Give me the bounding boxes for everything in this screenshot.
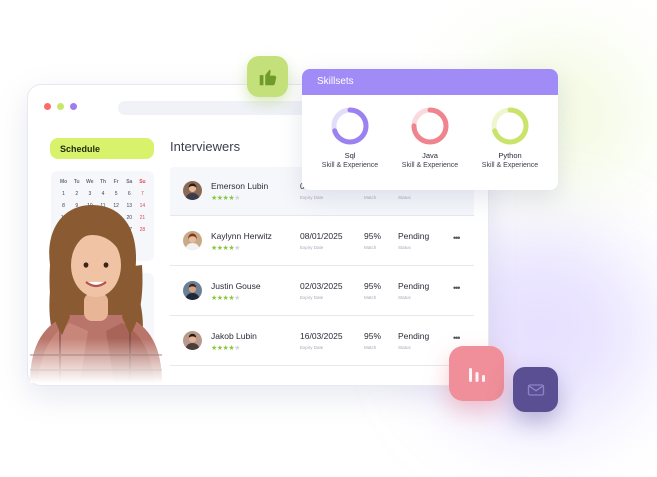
match-value: 95% [364,231,382,241]
expiry-date-label: Expiry Date [300,345,324,350]
match-value: 95% [364,281,382,291]
rating-stars: ★★★★★ [211,295,240,302]
skill-name: Python [498,151,522,160]
calendar-day[interactable]: 3 [83,191,96,197]
skill-name: Java [422,151,438,160]
more-options-button[interactable]: ••• [453,283,461,293]
status-label: Status [398,245,411,250]
progress-ring-icon [411,107,449,145]
more-options-button[interactable]: ••• [453,233,461,243]
skill-item-python[interactable]: Python Skill & Experience [470,106,550,169]
window-controls [44,103,77,110]
calendar-weekday: We [86,179,94,185]
skillsets-title: Skillsets [302,69,558,95]
skill-subtitle: Skill & Experience [401,162,459,169]
bar-chart-icon [468,367,485,382]
calendar-day[interactable]: 1 [57,191,70,197]
avatar [183,231,202,250]
match-label: Match [364,295,377,300]
progress-ring-icon [491,107,529,145]
close-dot[interactable] [44,103,51,110]
skill-subtitle: Skill & Experience [481,162,539,169]
minimize-dot[interactable] [57,103,64,110]
match-value: 95% [364,331,382,341]
maximize-dot[interactable] [70,103,77,110]
avatar [183,281,202,300]
skill-subtitle: Skill & Experience [321,162,379,169]
status-value: Pending [398,231,430,241]
calendar-weekday: Sa [126,179,133,185]
table-row[interactable]: Justin Gouse ★★★★★ 02/03/2025 Expiry Dat… [170,267,474,316]
rating-stars: ★★★★★ [211,195,240,202]
calendar-weekday: Mo [59,179,68,185]
match-label: Match [364,345,377,350]
rating-stars: ★★★★★ [211,245,240,252]
thumbs-up-badge[interactable] [247,56,288,97]
mail-icon [527,383,544,396]
progress-ring-icon [331,107,369,145]
expiry-date-label: Expiry Date [300,245,324,250]
calendar-weekday: Th [99,179,107,185]
calendar-weekday: Tu [73,179,80,185]
status-label: Status [398,195,411,200]
calendar-day[interactable]: 6 [123,191,136,197]
analytics-badge[interactable] [449,346,504,401]
skill-item-sql[interactable]: Sql Skill & Experience [310,106,390,169]
status-value: Pending [398,281,430,291]
skill-name: Sql [344,151,356,160]
message-badge[interactable] [513,367,558,412]
schedule-button[interactable]: Schedule [50,138,154,159]
match-label: Match [364,195,377,200]
skill-item-java[interactable]: Java Skill & Experience [390,106,470,169]
interviewer-name: Emerson Lubin [211,181,269,191]
expiry-date: 02/03/2025 [300,281,343,291]
expiry-date-label: Expiry Date [300,195,324,200]
expiry-date: 08/01/2025 [300,231,343,241]
calendar-day[interactable]: 7 [136,191,149,197]
more-options-button[interactable]: ••• [453,333,461,343]
table-row[interactable]: Jakob Lubin ★★★★★ 16/03/2025 Expiry Date… [170,317,474,366]
status-value: Pending [398,331,430,341]
expiry-date-label: Expiry Date [300,295,324,300]
calendar-day[interactable]: 2 [70,191,83,197]
interviewer-name: Justin Gouse [211,281,261,291]
status-label: Status [398,295,411,300]
page-title: Interviewers [170,139,241,154]
expiry-date: 16/03/2025 [300,331,343,341]
calendar-day[interactable]: 5 [110,191,123,197]
skillsets-panel: Skillsets Sql Skill & Experience Java Sk… [302,69,558,190]
calendar-weekday: Fr [113,179,119,185]
person-illustration [30,205,162,383]
interviewer-name: Jakob Lubin [211,331,257,341]
interviewer-name: Kaylynn Herwitz [211,231,272,241]
calendar-day[interactable]: 4 [96,191,109,197]
match-label: Match [364,245,377,250]
calendar-weekday: Su [139,179,146,185]
table-row[interactable]: Kaylynn Herwitz ★★★★★ 08/01/2025 Expiry … [170,217,474,266]
avatar [183,181,202,200]
thumbs-up-icon [259,69,276,85]
rating-stars: ★★★★★ [211,345,240,352]
avatar [183,331,202,350]
status-label: Status [398,345,411,350]
